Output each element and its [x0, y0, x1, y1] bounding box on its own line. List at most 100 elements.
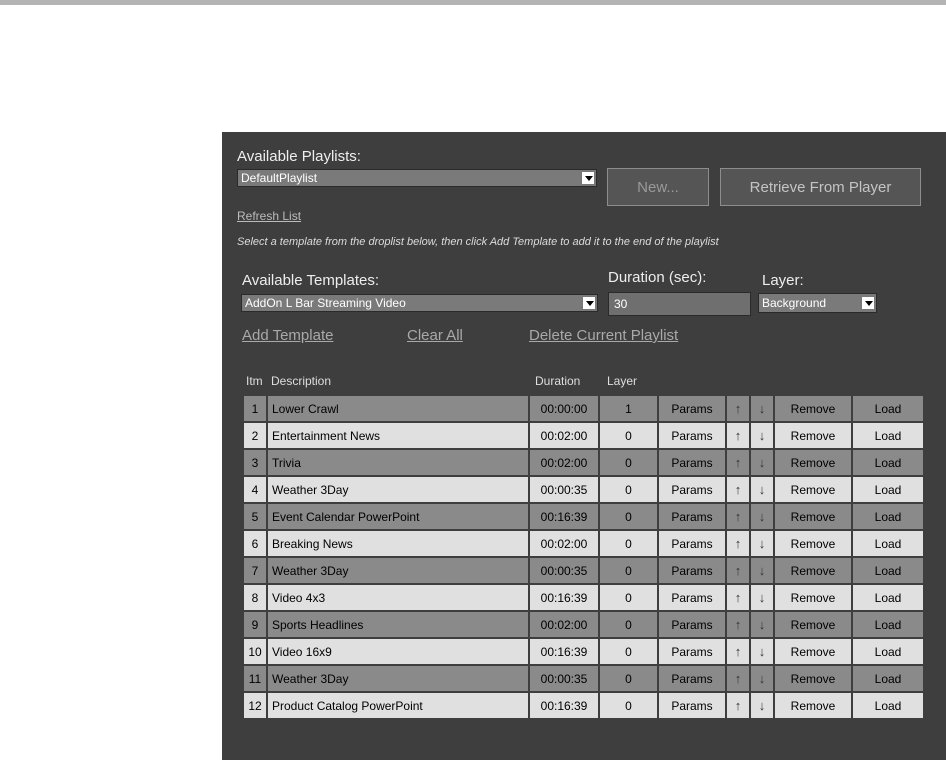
- duration-label: Duration (sec):: [608, 269, 707, 286]
- load-button[interactable]: Load: [853, 585, 923, 610]
- row-layer: 0: [600, 666, 657, 691]
- row-layer: 0: [600, 693, 657, 718]
- load-button[interactable]: Load: [853, 504, 923, 529]
- remove-button[interactable]: Remove: [775, 585, 851, 610]
- load-button[interactable]: Load: [853, 693, 923, 718]
- move-down-arrow-icon[interactable]: ↓: [751, 639, 773, 664]
- params-button[interactable]: Params: [659, 666, 725, 691]
- remove-button[interactable]: Remove: [775, 558, 851, 583]
- load-button[interactable]: Load: [853, 396, 923, 421]
- playlist-select-value: DefaultPlaylist: [241, 171, 318, 185]
- move-down-arrow-icon[interactable]: ↓: [751, 558, 773, 583]
- params-button[interactable]: Params: [659, 531, 725, 556]
- row-duration: 00:16:39: [530, 585, 598, 610]
- layer-select[interactable]: Background: [758, 293, 877, 313]
- move-up-arrow-icon[interactable]: ↑: [727, 531, 749, 556]
- load-button[interactable]: Load: [853, 423, 923, 448]
- move-up-arrow-icon[interactable]: ↑: [727, 450, 749, 475]
- move-down-arrow-icon[interactable]: ↓: [751, 396, 773, 421]
- move-up-arrow-icon[interactable]: ↑: [727, 612, 749, 637]
- row-number: 3: [244, 450, 266, 475]
- playlist-select[interactable]: DefaultPlaylist: [237, 169, 597, 187]
- move-down-arrow-icon[interactable]: ↓: [751, 585, 773, 610]
- column-header-description: Description: [271, 374, 332, 388]
- row-description: Video 16x9: [268, 639, 528, 664]
- row-duration: 00:00:35: [530, 477, 598, 502]
- row-number: 7: [244, 558, 266, 583]
- row-layer: 1: [600, 396, 657, 421]
- row-number: 1: [244, 396, 266, 421]
- move-down-arrow-icon[interactable]: ↓: [751, 450, 773, 475]
- remove-button[interactable]: Remove: [775, 531, 851, 556]
- params-button[interactable]: Params: [659, 396, 725, 421]
- params-button[interactable]: Params: [659, 693, 725, 718]
- move-up-arrow-icon[interactable]: ↑: [727, 504, 749, 529]
- row-layer: 0: [600, 477, 657, 502]
- load-button[interactable]: Load: [853, 558, 923, 583]
- remove-button[interactable]: Remove: [775, 477, 851, 502]
- remove-button[interactable]: Remove: [775, 423, 851, 448]
- load-button[interactable]: Load: [853, 612, 923, 637]
- delete-playlist-link[interactable]: Delete Current Playlist: [529, 327, 678, 344]
- move-down-arrow-icon[interactable]: ↓: [751, 477, 773, 502]
- add-template-link[interactable]: Add Template: [242, 327, 333, 344]
- move-up-arrow-icon[interactable]: ↑: [727, 585, 749, 610]
- table-row: 5 Event Calendar PowerPoint 00:16:39 0 Param…: [244, 504, 923, 529]
- table-row: 10 Video 16x9 00:16:39 0 Params ↑ ↓ Remove Load: [244, 639, 923, 664]
- move-up-arrow-icon[interactable]: ↑: [727, 477, 749, 502]
- load-button[interactable]: Load: [853, 639, 923, 664]
- playlist-editor-panel: Available Playlists: DefaultPlaylist New…: [222, 132, 946, 760]
- remove-button[interactable]: Remove: [775, 396, 851, 421]
- new-playlist-button[interactable]: New...: [607, 168, 709, 206]
- table-row: 3 Trivia 00:02:00 0 Params ↑ ↓ Remove Load: [244, 450, 923, 475]
- move-up-arrow-icon[interactable]: ↑: [727, 693, 749, 718]
- move-down-arrow-icon[interactable]: ↓: [751, 612, 773, 637]
- remove-button[interactable]: Remove: [775, 450, 851, 475]
- params-button[interactable]: Params: [659, 477, 725, 502]
- load-button[interactable]: Load: [853, 450, 923, 475]
- params-button[interactable]: Params: [659, 612, 725, 637]
- row-layer: 0: [600, 585, 657, 610]
- move-up-arrow-icon[interactable]: ↑: [727, 558, 749, 583]
- row-number: 10: [244, 639, 266, 664]
- params-button[interactable]: Params: [659, 639, 725, 664]
- move-down-arrow-icon[interactable]: ↓: [751, 693, 773, 718]
- params-button[interactable]: Params: [659, 423, 725, 448]
- refresh-list-link[interactable]: Refresh List: [237, 209, 301, 223]
- move-up-arrow-icon[interactable]: ↑: [727, 423, 749, 448]
- template-select[interactable]: AddOn L Bar Streaming Video: [241, 294, 598, 312]
- move-up-arrow-icon[interactable]: ↑: [727, 666, 749, 691]
- row-duration: 00:02:00: [530, 612, 598, 637]
- row-description: Weather 3Day: [268, 666, 528, 691]
- remove-button[interactable]: Remove: [775, 666, 851, 691]
- params-button[interactable]: Params: [659, 450, 725, 475]
- move-down-arrow-icon[interactable]: ↓: [751, 531, 773, 556]
- row-number: 12: [244, 693, 266, 718]
- row-layer: 0: [600, 612, 657, 637]
- move-up-arrow-icon[interactable]: ↑: [727, 639, 749, 664]
- duration-input[interactable]: 30: [608, 292, 751, 316]
- remove-button[interactable]: Remove: [775, 504, 851, 529]
- params-button[interactable]: Params: [659, 558, 725, 583]
- load-button[interactable]: Load: [853, 477, 923, 502]
- move-up-arrow-icon[interactable]: ↑: [727, 396, 749, 421]
- row-duration: 00:02:00: [530, 423, 598, 448]
- row-duration: 00:02:00: [530, 450, 598, 475]
- row-layer: 0: [600, 639, 657, 664]
- params-button[interactable]: Params: [659, 504, 725, 529]
- clear-all-link[interactable]: Clear All: [407, 327, 463, 344]
- row-description: Weather 3Day: [268, 558, 528, 583]
- move-down-arrow-icon[interactable]: ↓: [751, 666, 773, 691]
- move-down-arrow-icon[interactable]: ↓: [751, 504, 773, 529]
- load-button[interactable]: Load: [853, 531, 923, 556]
- move-down-arrow-icon[interactable]: ↓: [751, 423, 773, 448]
- retrieve-from-player-button[interactable]: Retrieve From Player: [720, 168, 921, 206]
- remove-button[interactable]: Remove: [775, 639, 851, 664]
- params-button[interactable]: Params: [659, 585, 725, 610]
- table-row: 9 Sports Headlines 00:02:00 0 Params ↑ ↓ Remove…: [244, 612, 923, 637]
- remove-button[interactable]: Remove: [775, 693, 851, 718]
- row-description: Lower Crawl: [268, 396, 528, 421]
- instructions-text: Select a template from the droplist belo…: [237, 236, 719, 248]
- load-button[interactable]: Load: [853, 666, 923, 691]
- remove-button[interactable]: Remove: [775, 612, 851, 637]
